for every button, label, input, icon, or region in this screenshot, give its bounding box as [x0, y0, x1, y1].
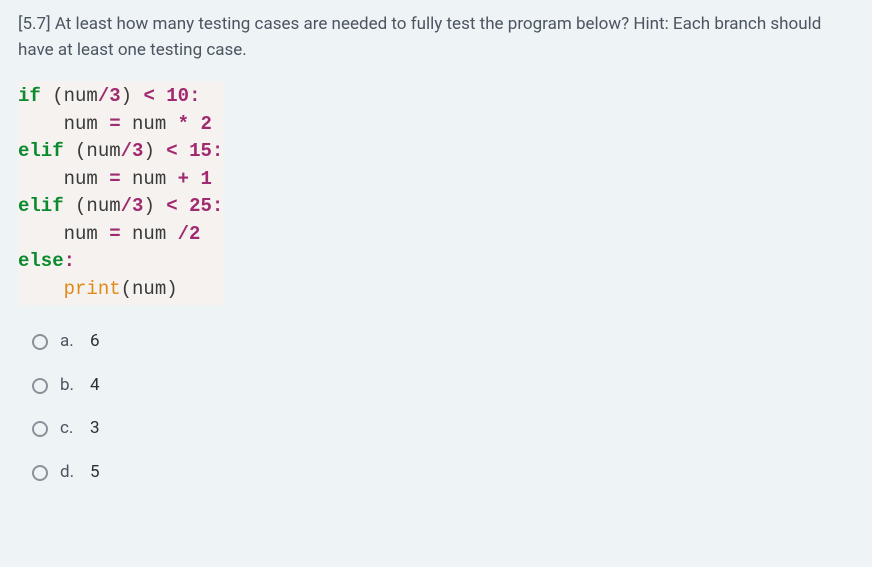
code-token: 3	[132, 140, 143, 162]
code-token: (	[52, 85, 63, 107]
answer-option[interactable]: c. 3	[32, 416, 854, 442]
code-token: (	[75, 195, 86, 217]
answer-option[interactable]: b. 4	[32, 373, 854, 399]
option-value: 5	[90, 460, 100, 486]
code-line: num = num + 1	[18, 166, 223, 194]
code-line: else:	[18, 248, 223, 276]
answer-list: a. 6 b. 4 c. 3 d. 5	[18, 329, 854, 485]
code-token: <	[143, 85, 166, 107]
code-token: 10	[166, 85, 189, 107]
option-letter: a.	[60, 329, 78, 355]
code-block: if (num/3) < 10: num = num * 2elif (num/…	[18, 81, 223, 305]
code-token: 25	[189, 195, 212, 217]
code-token: /	[121, 140, 132, 162]
code-token: :	[212, 140, 223, 162]
code-token: 15	[189, 140, 212, 162]
code-token: =	[109, 168, 132, 190]
code-token: /	[98, 85, 109, 107]
question-body: At least how many testing cases are need…	[18, 14, 821, 60]
code-token: (	[75, 140, 86, 162]
code-token: )	[121, 85, 144, 107]
code-token: num	[64, 85, 98, 107]
code-line: if (num/3) < 10:	[18, 83, 223, 111]
code-line: num = num /2	[18, 221, 223, 249]
radio-button[interactable]	[32, 334, 48, 350]
code-token: num	[86, 140, 120, 162]
code-line: num = num * 2	[18, 111, 223, 139]
option-value: 6	[90, 329, 100, 355]
option-value: 3	[90, 416, 100, 442]
code-line: elif (num/3) < 25:	[18, 193, 223, 221]
code-token: num	[18, 113, 109, 135]
option-value: 4	[90, 373, 100, 399]
code-token: 3	[109, 85, 120, 107]
code-token: (	[121, 278, 132, 300]
code-token: num	[18, 168, 109, 190]
radio-button[interactable]	[32, 378, 48, 394]
answer-option[interactable]: d. 5	[32, 460, 854, 486]
code-token: else	[18, 250, 64, 272]
code-token: 2	[200, 113, 211, 135]
code-token: num	[18, 223, 109, 245]
radio-button[interactable]	[32, 421, 48, 437]
code-token: num	[132, 113, 178, 135]
code-token	[18, 278, 64, 300]
code-token: )	[143, 140, 166, 162]
code-token: <	[166, 195, 189, 217]
radio-button[interactable]	[32, 465, 48, 481]
code-token: print	[64, 278, 121, 300]
code-token: num	[132, 278, 166, 300]
code-token: =	[109, 113, 132, 135]
option-letter: d.	[60, 460, 78, 486]
code-token: num	[132, 223, 178, 245]
code-token: *	[178, 113, 201, 135]
code-token: elif	[18, 140, 75, 162]
code-token: num	[132, 168, 178, 190]
code-token: :	[212, 195, 223, 217]
code-token: :	[189, 85, 200, 107]
code-token: +	[178, 168, 201, 190]
answer-option[interactable]: a. 6	[32, 329, 854, 355]
option-letter: b.	[60, 373, 78, 399]
code-token: )	[166, 278, 177, 300]
code-token: num	[86, 195, 120, 217]
code-token: /	[178, 223, 189, 245]
code-token: /	[121, 195, 132, 217]
option-letter: c.	[60, 416, 78, 442]
code-token: elif	[18, 195, 75, 217]
code-line: elif (num/3) < 15:	[18, 138, 223, 166]
code-token: 3	[132, 195, 143, 217]
code-token: if	[18, 85, 52, 107]
question-text: [5.7] At least how many testing cases ar…	[18, 12, 854, 63]
question-prefix: [5.7]	[18, 14, 51, 34]
code-token: 2	[189, 223, 200, 245]
code-token: =	[109, 223, 132, 245]
code-token: <	[166, 140, 189, 162]
code-token: :	[64, 250, 75, 272]
code-token: 1	[200, 168, 211, 190]
code-line: print(num)	[18, 276, 223, 304]
code-token: )	[143, 195, 166, 217]
